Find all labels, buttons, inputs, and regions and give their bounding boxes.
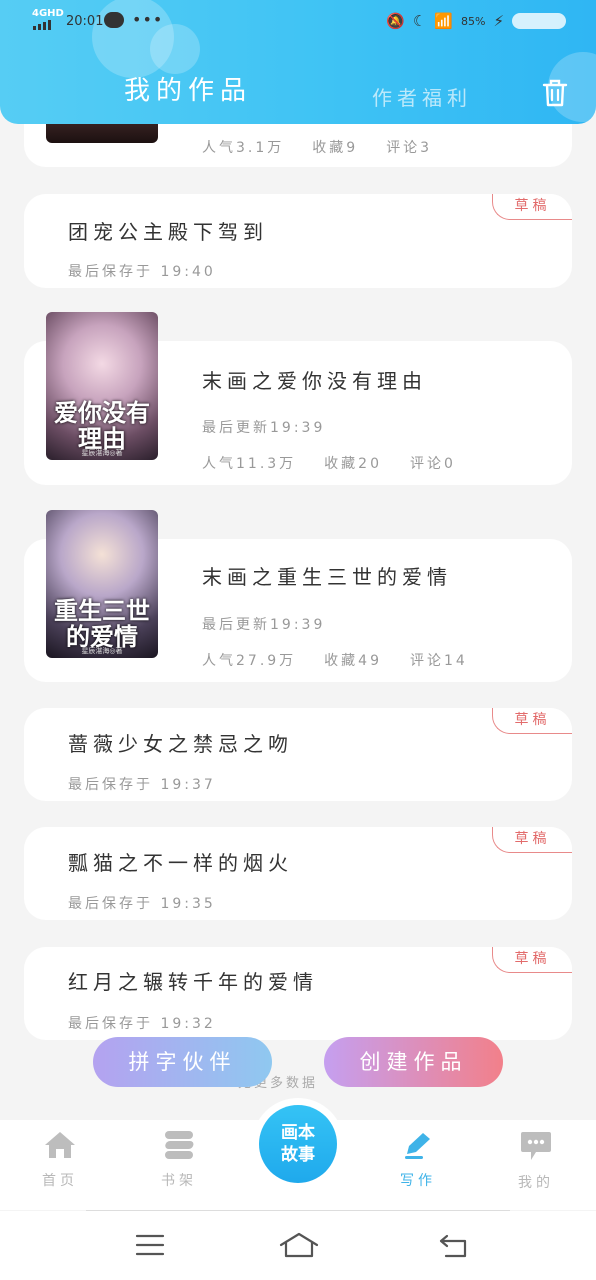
- bottom-nav: 首页 书架 画本 故事 写作 我的: [0, 1098, 596, 1210]
- signal-label: 4GHD: [32, 8, 64, 19]
- pen-icon: [405, 1133, 430, 1159]
- draft-badge: 草稿: [492, 827, 572, 853]
- back-icon[interactable]: [438, 1233, 470, 1259]
- bookshelf-icon: [165, 1131, 194, 1159]
- signal-bars-icon: [33, 20, 51, 30]
- nav-bookshelf[interactable]: 书架: [139, 1130, 219, 1190]
- system-nav-bar: [0, 1211, 596, 1280]
- nav-writing[interactable]: 写作: [378, 1130, 458, 1190]
- logo-line-1: 画本: [281, 1123, 315, 1143]
- moon-icon: ☾: [412, 12, 427, 30]
- logo-line-2: 故事: [281, 1145, 315, 1165]
- last-saved: 最后保存于 19:37: [68, 777, 216, 793]
- stat-comments: 评论14: [410, 653, 468, 669]
- partner-button[interactable]: 拼字伙伴: [93, 1037, 272, 1087]
- cover-title: 爱你没有理由: [54, 398, 150, 453]
- draft-card[interactable]: 红月之辗转千年的爱情 最后保存于 19:32 草稿: [24, 947, 572, 1040]
- stat-favorites: 收藏49: [324, 653, 382, 669]
- status-bar: 4GHD 20:01 ••• 🔕 ☾ 📶 85% ⚡: [0, 0, 596, 44]
- mute-icon: 🔕: [386, 12, 405, 30]
- work-stats: 人气27.9万 收藏49 评论14: [202, 650, 468, 670]
- work-title: 末画之爱你没有理由: [202, 369, 427, 393]
- stat-popularity: 人气3.1万: [202, 140, 285, 156]
- nav-label: 写作: [400, 1173, 436, 1189]
- stat-favorites: 收藏20: [324, 456, 382, 472]
- draft-badge: 草稿: [492, 194, 572, 220]
- create-work-button[interactable]: 创建作品: [324, 1037, 503, 1087]
- nav-home[interactable]: 首页: [20, 1130, 100, 1190]
- stat-popularity: 人气27.9万: [202, 653, 297, 669]
- trash-icon[interactable]: [541, 78, 569, 108]
- last-saved: 最后保存于 19:35: [68, 896, 216, 912]
- chat-bubble-icon: [521, 1132, 551, 1160]
- stat-popularity: 人气11.3万: [202, 456, 297, 472]
- picture-story-logo: 画本 故事: [259, 1105, 337, 1183]
- picture-story-button[interactable]: 画本 故事: [252, 1098, 344, 1190]
- stat-comments: 评论3: [386, 140, 433, 156]
- status-time: 20:01: [66, 14, 104, 29]
- work-stats: 人气3.1万 收藏9 评论3: [202, 137, 432, 157]
- nav-mine[interactable]: 我的: [496, 1130, 576, 1192]
- work-stats: 人气11.3万 收藏20 评论0: [202, 453, 456, 473]
- battery-percent: 85%: [461, 14, 486, 28]
- wifi-icon: 📶: [434, 12, 453, 30]
- nav-label: 我的: [518, 1175, 554, 1191]
- stat-favorites: 收藏9: [312, 140, 359, 156]
- draft-card[interactable]: 蔷薇少女之禁忌之吻 最后保存于 19:37 草稿: [24, 708, 572, 801]
- work-title: 末画之重生三世的爱情: [202, 565, 452, 589]
- message-icon: [104, 12, 124, 28]
- cover-author: 星辰湛海◎著: [81, 449, 123, 457]
- work-title: 蔷薇少女之禁忌之吻: [68, 732, 293, 756]
- home-icon: [45, 1132, 75, 1158]
- draft-card[interactable]: 团宠公主殿下驾到 最后保存于 19:40 草稿: [24, 194, 572, 288]
- last-saved: 最后保存于 19:40: [68, 264, 216, 280]
- draft-badge: 草稿: [492, 947, 572, 973]
- tab-author-welfare[interactable]: 作者福利: [372, 82, 472, 111]
- work-title: 红月之辗转千年的爱情: [68, 970, 318, 994]
- cover-author: 星辰湛海◎著: [81, 647, 123, 655]
- app-header: 4GHD 20:01 ••• 🔕 ☾ 📶 85% ⚡ 我的作品 作者福利: [0, 0, 596, 124]
- menu-icon[interactable]: [135, 1233, 165, 1257]
- cover-title: 重生三世的爱情: [54, 596, 150, 651]
- last-updated: 最后更新19:39: [202, 420, 326, 436]
- home-nav-icon[interactable]: [278, 1231, 320, 1259]
- work-title: 瓢猫之不一样的烟火: [68, 851, 293, 875]
- draft-badge: 草稿: [492, 708, 572, 734]
- battery-icon: [512, 13, 566, 29]
- draft-card[interactable]: 瓢猫之不一样的烟火 最后保存于 19:35 草稿: [24, 827, 572, 920]
- last-saved: 最后保存于 19:32: [68, 1016, 216, 1032]
- more-notifications-icon: •••: [132, 10, 164, 29]
- nav-label: 首页: [42, 1173, 78, 1189]
- tab-my-works[interactable]: 我的作品: [124, 70, 252, 107]
- nav-label: 书架: [161, 1173, 197, 1189]
- last-updated: 最后更新19:39: [202, 617, 326, 633]
- work-title: 团宠公主殿下驾到: [68, 220, 268, 244]
- book-cover[interactable]: 重生三世的爱情 星辰湛海◎著: [46, 510, 158, 658]
- stat-comments: 评论0: [410, 456, 456, 472]
- book-cover[interactable]: 爱你没有理由 星辰湛海◎著: [46, 312, 158, 460]
- charging-icon: ⚡: [493, 12, 504, 30]
